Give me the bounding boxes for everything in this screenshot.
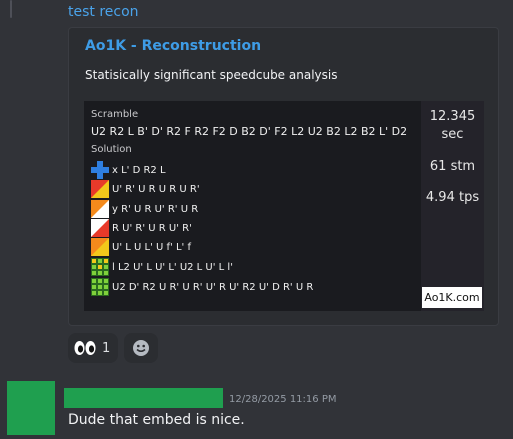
f2l-icon	[91, 200, 109, 218]
solution-moves: y R' U R U' R' U R	[112, 203, 199, 215]
solution-moves: U2 D' R2 U R' U R' U' R U' R2 U' D R' U …	[112, 281, 314, 293]
solve-time: 12.345	[429, 109, 476, 124]
message-link[interactable]: test recon	[68, 4, 139, 20]
thread-line	[10, 0, 12, 18]
reaction-eyes[interactable]: 1	[68, 333, 118, 363]
embed-image[interactable]: Scramble U2 R2 L B' D' R2 F R2 F2 D B2 D…	[84, 101, 484, 311]
solution-label: Solution	[91, 144, 132, 155]
solution-step: U' L U L' U f' L' f	[91, 238, 191, 256]
embed-title[interactable]: Ao1K - Reconstruction	[85, 38, 261, 54]
embed-card: Ao1K - Reconstruction Statisically signi…	[68, 27, 499, 326]
solution-step: x L' D R2 L	[91, 161, 166, 179]
scramble-label: Scramble	[91, 109, 139, 120]
stats-panel: 12.345 sec 61 stm 4.94 tps Ao1K.com	[421, 101, 484, 311]
reconstruction-panel: Scramble U2 R2 L B' D' R2 F R2 F2 D B2 D…	[84, 101, 421, 311]
message-timestamp: 12/28/2025 11:16 PM	[229, 394, 337, 405]
solution-moves: x L' D R2 L	[112, 164, 166, 176]
solution-moves: R U' R' U R U' R'	[112, 222, 192, 234]
add-reaction-icon	[133, 340, 149, 356]
cross-icon	[91, 161, 109, 179]
scramble-text: U2 R2 L B' D' R2 F R2 F2 D B2 D' F2 L2 U…	[91, 125, 408, 138]
eyes-emoji-icon	[74, 341, 96, 355]
solution-step: R U' R' U R U' R'	[91, 219, 192, 237]
pll-icon	[91, 278, 109, 296]
solution-moves: U' R' U R U R U R'	[112, 183, 200, 195]
solution-moves: U' L U L' U f' L' f	[112, 241, 191, 253]
solution-step: l L2 U' L U' L' U2 L U' L l'	[91, 258, 233, 276]
oll-icon	[91, 258, 109, 276]
solution-moves: l L2 U' L U' L' U2 L U' L l'	[112, 261, 233, 273]
add-reaction-button[interactable]	[124, 333, 158, 363]
reaction-count: 1	[102, 340, 111, 356]
avatar[interactable]	[7, 381, 55, 435]
f2l-icon	[91, 238, 109, 256]
embed-description: Statisically significant speedcube analy…	[85, 68, 338, 82]
f2l-icon	[91, 219, 109, 237]
solution-step: y R' U R U' R' U R	[91, 200, 198, 218]
username-redacted[interactable]	[64, 388, 223, 408]
solve-time-unit: sec	[441, 127, 464, 142]
move-count: 61 stm	[429, 159, 476, 174]
brand-label: Ao1K.com	[422, 287, 482, 308]
solution-step: U2 D' R2 U R' U R' U' R U' R2 U' D R' U …	[91, 278, 313, 296]
f2l-icon	[91, 180, 109, 198]
turns-per-second: 4.94 tps	[425, 190, 480, 205]
solution-step: U' R' U R U R U R'	[91, 180, 200, 198]
message-text: Dude that embed is nice.	[68, 412, 245, 428]
